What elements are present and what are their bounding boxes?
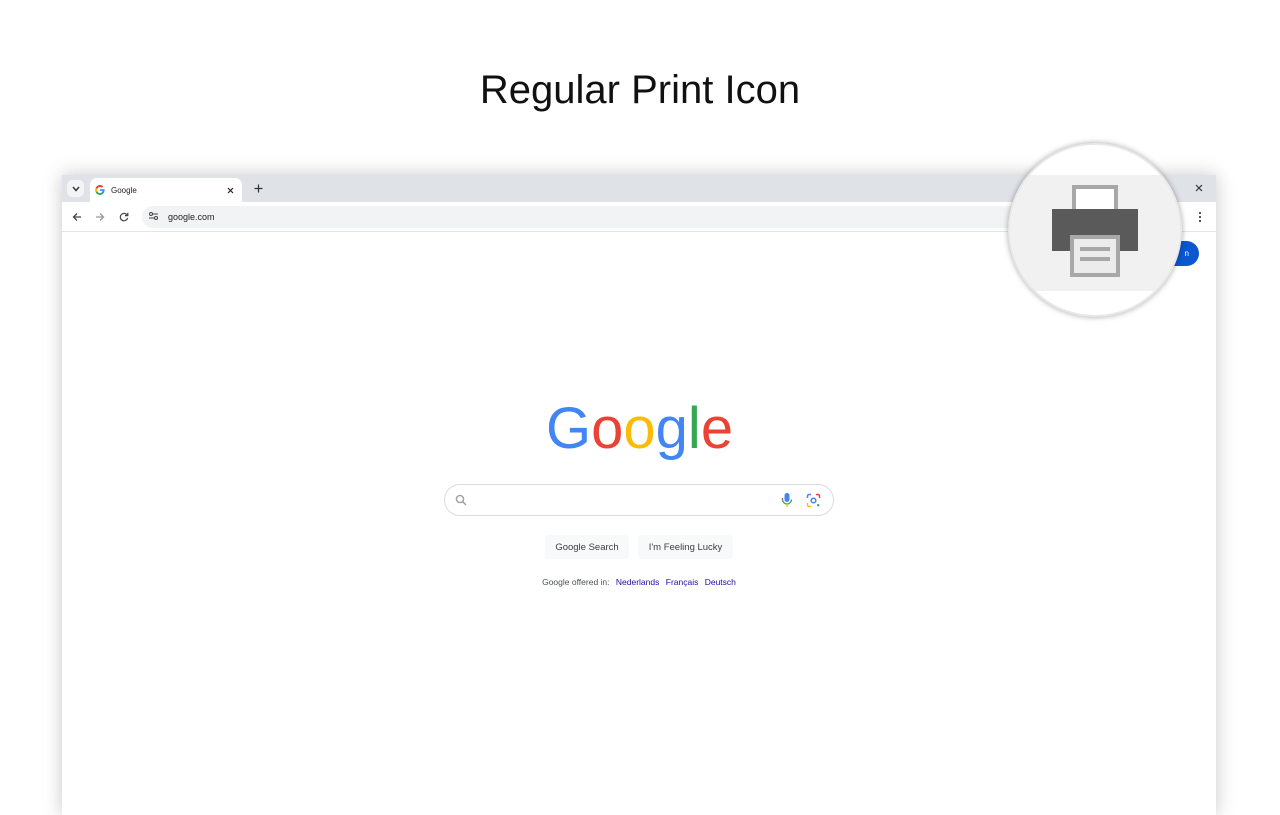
search-box[interactable] [444, 484, 834, 516]
back-button[interactable] [70, 210, 84, 224]
more-vertical-icon [1198, 211, 1202, 223]
language-link-deutsch[interactable]: Deutsch [705, 577, 736, 587]
arrow-left-icon [72, 213, 81, 221]
forward-button[interactable] [93, 210, 107, 224]
tab-search-button[interactable] [67, 180, 84, 197]
url-text: google.com [168, 212, 215, 222]
google-favicon-icon [95, 185, 105, 195]
microphone-icon[interactable] [780, 492, 794, 508]
search-icon [455, 494, 467, 506]
plus-icon [254, 184, 262, 192]
new-tab-button[interactable] [250, 180, 266, 196]
google-logo: Google [546, 401, 732, 461]
tab-title: Google [111, 185, 137, 195]
window-close-button[interactable] [1192, 181, 1206, 195]
address-bar[interactable]: google.com [142, 206, 1142, 228]
print-icon[interactable] [1050, 185, 1140, 277]
arrow-right-icon [96, 213, 105, 221]
tab-google[interactable]: Google [90, 178, 242, 202]
site-settings-icon[interactable] [148, 211, 160, 223]
chevron-down-icon [71, 186, 80, 192]
language-link-francais[interactable]: Français [666, 577, 699, 587]
google-lens-icon[interactable] [806, 493, 821, 508]
language-offer: Google offered in: Nederlands Français D… [62, 577, 1216, 587]
close-tab-icon[interactable] [224, 184, 236, 196]
page-headline: Regular Print Icon [479, 68, 801, 112]
reload-button[interactable] [117, 210, 131, 224]
search-input[interactable] [475, 491, 765, 509]
browser-menu-button[interactable] [1194, 210, 1206, 224]
google-search-button[interactable]: Google Search [545, 535, 629, 559]
language-link-nederlands[interactable]: Nederlands [616, 577, 659, 587]
language-offer-label: Google offered in: [542, 577, 610, 587]
close-icon [1195, 184, 1203, 192]
zoom-magnifier [1008, 143, 1182, 317]
reload-icon [119, 212, 129, 222]
svg-text:Google: Google [546, 401, 732, 461]
feeling-lucky-button[interactable]: I'm Feeling Lucky [638, 535, 733, 559]
